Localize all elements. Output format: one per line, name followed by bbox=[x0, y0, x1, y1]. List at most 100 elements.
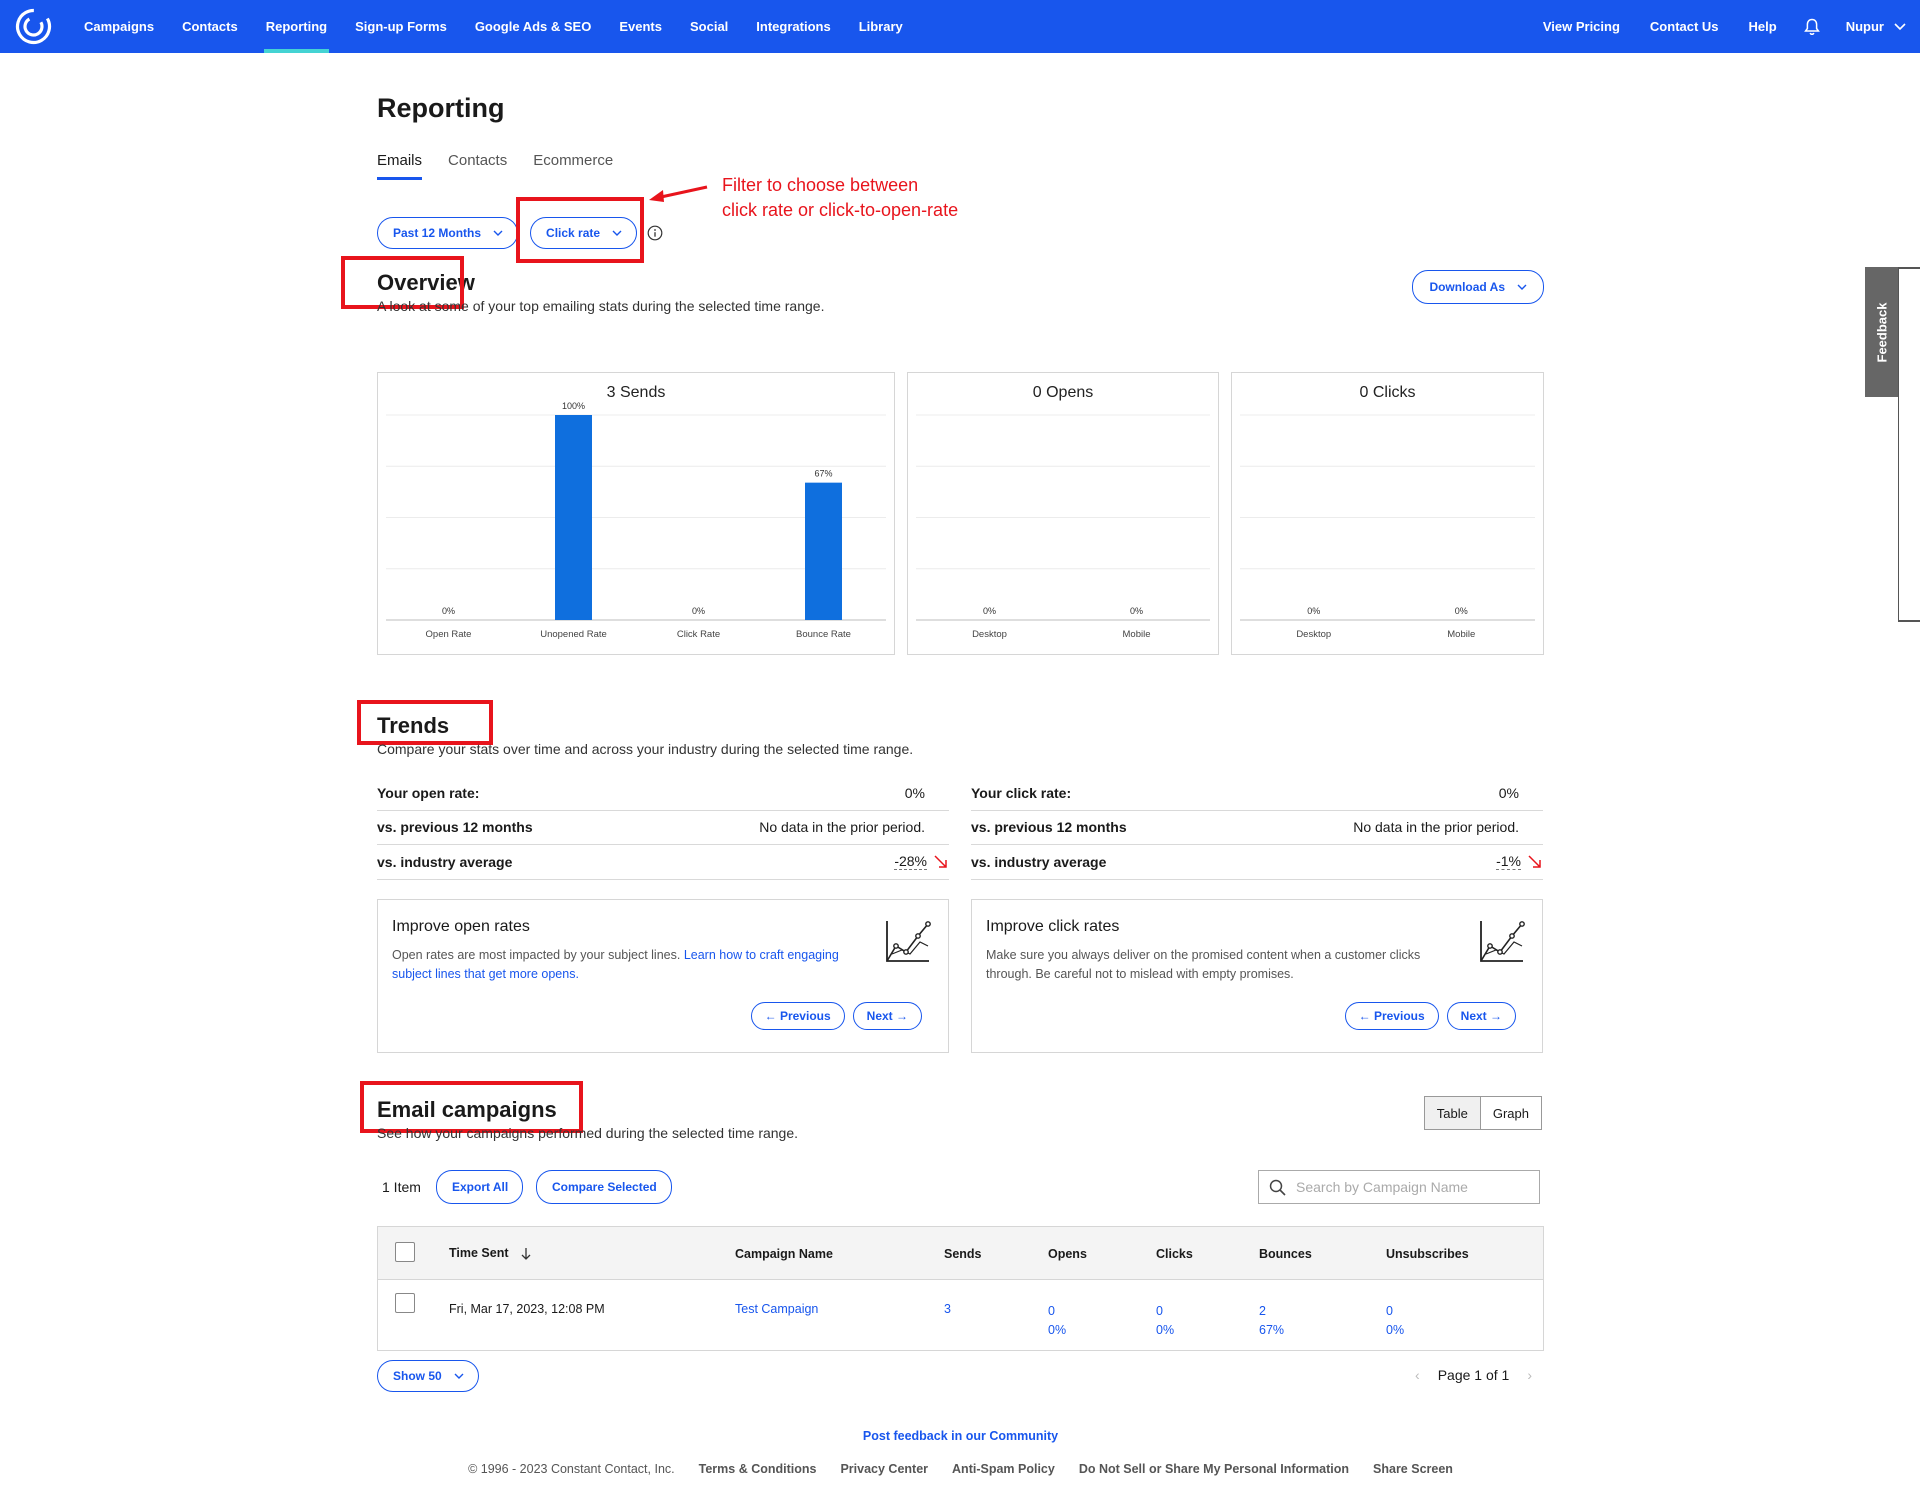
row-bounces[interactable]: 2 67% bbox=[1259, 1302, 1284, 1340]
data-label: 100% bbox=[562, 401, 585, 411]
nav-google-ads-seo[interactable]: Google Ads & SEO bbox=[461, 0, 606, 53]
improve-open-rates-card: Improve open rates Open rates are most i… bbox=[377, 899, 949, 1053]
open-industry-value[interactable]: -28% bbox=[894, 853, 927, 871]
click-industry-value[interactable]: -1% bbox=[1496, 853, 1521, 871]
data-label: 0% bbox=[442, 606, 455, 616]
bar-bounce-rate bbox=[805, 482, 842, 620]
improve-open-text: Open rates are most impacted by your sub… bbox=[392, 948, 839, 981]
select-all-checkbox[interactable] bbox=[395, 1242, 415, 1262]
next-tip-button[interactable]: Next → bbox=[1446, 1002, 1516, 1030]
info-icon[interactable] bbox=[647, 225, 663, 241]
top-navigation: Campaigns Contacts Reporting Sign-up For… bbox=[0, 0, 1920, 53]
row-sends[interactable]: 3 bbox=[944, 1302, 951, 1316]
opens-chart: 0 Opens 0% Desktop 0% Mobile bbox=[916, 384, 1210, 640]
next-page-icon[interactable]: › bbox=[1527, 1367, 1532, 1383]
tab-emails[interactable]: Emails bbox=[377, 152, 423, 180]
data-label: 0% bbox=[1307, 606, 1320, 616]
feedback-tab[interactable]: Feedback bbox=[1865, 267, 1898, 397]
data-label: 67% bbox=[814, 469, 832, 479]
user-menu[interactable]: Nupur bbox=[1832, 19, 1910, 34]
page-indicator: Page 1 of 1 bbox=[1437, 1367, 1510, 1383]
column-campaign-name: Campaign Name bbox=[735, 1247, 833, 1261]
row-campaign-link[interactable]: Test Campaign bbox=[735, 1302, 818, 1316]
show-count-dropdown[interactable]: Show 50 bbox=[377, 1360, 479, 1392]
nav-social[interactable]: Social bbox=[676, 0, 742, 53]
row-opens[interactable]: 0 0% bbox=[1048, 1302, 1066, 1340]
category-label: Bounce Rate bbox=[796, 629, 851, 640]
search-icon bbox=[1269, 1179, 1286, 1196]
footer-share-screen-link[interactable]: Share Screen bbox=[1373, 1462, 1453, 1476]
chevron-down-icon bbox=[454, 1373, 464, 1379]
footer-antispam-link[interactable]: Anti-Spam Policy bbox=[952, 1462, 1055, 1476]
nav-campaigns[interactable]: Campaigns bbox=[70, 0, 168, 53]
row-time-sent: Fri, Mar 17, 2023, 12:08 PM bbox=[449, 1302, 605, 1316]
column-time-sent[interactable]: Time Sent bbox=[449, 1246, 531, 1260]
export-all-button[interactable]: Export All bbox=[436, 1170, 524, 1204]
click-rate-row: Your click rate: 0% bbox=[971, 776, 1543, 811]
download-as-dropdown[interactable]: Download As bbox=[1412, 270, 1544, 304]
nav-events[interactable]: Events bbox=[605, 0, 676, 53]
nav-signup-forms[interactable]: Sign-up Forms bbox=[341, 0, 461, 53]
overview-subtitle: A look at some of your top emailing stat… bbox=[377, 298, 825, 314]
footer-do-not-sell-link[interactable]: Do Not Sell or Share My Personal Informa… bbox=[1079, 1462, 1349, 1476]
nav-reporting[interactable]: Reporting bbox=[252, 0, 341, 53]
open-rate-industry-row: vs. industry average -28% bbox=[377, 845, 949, 880]
column-sends: Sends bbox=[944, 1247, 982, 1261]
nav-integrations[interactable]: Integrations bbox=[742, 0, 844, 53]
improve-click-text: Make sure you always deliver on the prom… bbox=[986, 948, 1421, 981]
previous-page-icon[interactable]: ‹ bbox=[1415, 1367, 1420, 1383]
annotation-text: Filter to choose between click rate or c… bbox=[722, 175, 959, 220]
compare-selected-button[interactable]: Compare Selected bbox=[536, 1170, 672, 1204]
nav-library[interactable]: Library bbox=[845, 0, 917, 53]
trend-down-arrow-icon bbox=[1528, 855, 1541, 868]
graph-view-button[interactable]: Graph bbox=[1481, 1097, 1541, 1129]
nav-help[interactable]: Help bbox=[1734, 0, 1792, 53]
row-clicks[interactable]: 0 0% bbox=[1156, 1302, 1174, 1340]
table-view-button[interactable]: Table bbox=[1424, 1097, 1481, 1129]
trends-subtitle: Compare your stats over time and across … bbox=[377, 741, 914, 757]
search-input[interactable] bbox=[1296, 1179, 1526, 1195]
data-label: 0% bbox=[983, 606, 996, 616]
nav-contact-us[interactable]: Contact Us bbox=[1635, 0, 1734, 53]
opens-chart-card: 0 Opens 0% Desktop 0% Mobile bbox=[907, 372, 1219, 655]
page-title: Reporting bbox=[377, 93, 505, 123]
campaign-toolbar: 1 Item Export All Compare Selected bbox=[377, 1170, 1544, 1204]
tab-contacts[interactable]: Contacts bbox=[448, 152, 507, 180]
period-dropdown[interactable]: Past 12 Months bbox=[377, 217, 519, 249]
previous-tip-button[interactable]: ← Previous bbox=[750, 1002, 845, 1030]
nav-view-pricing[interactable]: View Pricing bbox=[1528, 0, 1635, 53]
previous-tip-button[interactable]: ← Previous bbox=[1344, 1002, 1439, 1030]
improve-click-title: Improve click rates bbox=[986, 918, 1120, 935]
next-tip-button[interactable]: Next → bbox=[852, 1002, 922, 1030]
pagination: ‹ Page 1 of 1 › bbox=[1415, 1367, 1532, 1383]
data-label: 0% bbox=[692, 606, 705, 616]
constant-contact-logo-icon[interactable] bbox=[15, 8, 52, 45]
column-unsubscribes: Unsubscribes bbox=[1386, 1247, 1469, 1261]
sends-chart: 3 Sends 0% Open Rate 100% Unopened Rate 0% Cli… bbox=[386, 384, 886, 640]
category-label: Mobile bbox=[1447, 629, 1475, 640]
row-unsubscribes[interactable]: 0 0% bbox=[1386, 1302, 1404, 1340]
open-rate-stats: Your open rate: 0% vs. previous 12 month… bbox=[377, 776, 949, 880]
data-label: 0% bbox=[1130, 606, 1143, 616]
click-rate-industry-row: vs. industry average -1% bbox=[971, 845, 1543, 880]
row-checkbox[interactable] bbox=[395, 1293, 415, 1313]
annotation-box-trends bbox=[357, 700, 493, 745]
click-rate-stats: Your click rate: 0% vs. previous 12 mont… bbox=[971, 776, 1543, 880]
chevron-down-icon bbox=[1517, 284, 1527, 290]
category-label: Click Rate bbox=[677, 629, 720, 640]
chart-title: 3 Sends bbox=[607, 384, 666, 401]
trend-down-arrow-icon bbox=[934, 855, 947, 868]
improve-open-title: Improve open rates bbox=[392, 918, 530, 935]
notifications-bell-icon[interactable] bbox=[1792, 0, 1832, 53]
campaigns-table: Time Sent Campaign Name Sends Opens Clic… bbox=[377, 1226, 1544, 1351]
chevron-down-icon bbox=[493, 230, 503, 236]
footer-privacy-link[interactable]: Privacy Center bbox=[840, 1462, 928, 1476]
table-row: Fri, Mar 17, 2023, 12:08 PM Test Campaig… bbox=[378, 1280, 1543, 1350]
annotation-box-metric-filter bbox=[516, 197, 644, 263]
item-count: 1 Item bbox=[382, 1179, 421, 1195]
community-feedback-link[interactable]: Post feedback in our Community bbox=[377, 1429, 1544, 1443]
nav-contacts[interactable]: Contacts bbox=[168, 0, 252, 53]
footer-terms-link[interactable]: Terms & Conditions bbox=[699, 1462, 817, 1476]
tab-ecommerce[interactable]: Ecommerce bbox=[533, 152, 613, 180]
clicks-chart: 0 Clicks 0% Desktop 0% Mobile bbox=[1240, 384, 1535, 640]
